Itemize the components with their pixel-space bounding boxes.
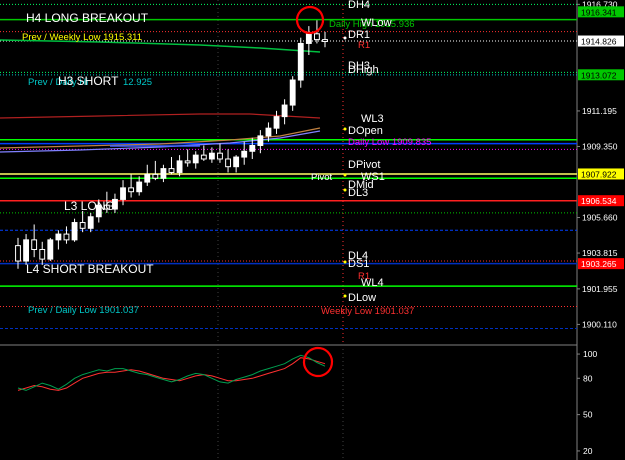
h3-short-value: 12.925 [123, 77, 152, 88]
marker-dot [343, 294, 347, 298]
candle-body [289, 79, 296, 106]
oscillator-tick-label: 80 [583, 373, 593, 383]
candle-body [15, 245, 21, 262]
price-tick-label: 1900.110 [582, 319, 617, 329]
dhigh-label: DHigh [348, 64, 379, 76]
wl4-label: WL4 [361, 277, 384, 289]
dpivot-label: DPivot [348, 159, 380, 171]
price-tag-label: 1903.265 [581, 259, 617, 269]
price-axis: 1916.7301911.1951909.3501905.6601903.815… [577, 0, 618, 329]
weekly-low-label: Weekly Low 1901.037 [321, 306, 414, 317]
candle-body [79, 222, 86, 229]
marker-dot [343, 188, 347, 192]
oscillator-panel [17, 354, 326, 391]
candle-body [273, 116, 280, 129]
oscillator-line [17, 354, 326, 391]
candle-body [265, 127, 272, 137]
h4-breakout-label: H4 LONG BREAKOUT [26, 11, 149, 25]
price-tag-label: 1906.534 [581, 196, 617, 206]
ma-red [0, 113, 321, 119]
price-tag-label: 1913.072 [581, 70, 617, 80]
h3-short-label: H3 SHORT [58, 74, 119, 88]
price-tick-label: 1903.815 [582, 248, 618, 258]
candle-body [71, 222, 78, 241]
candle-body [208, 152, 215, 160]
candle-body [192, 154, 199, 164]
ds1-label: DS1 [348, 258, 369, 270]
candle-body [233, 156, 240, 168]
price-tick-label: 1901.955 [582, 284, 618, 294]
price-tag-label: 1907.922 [581, 169, 617, 179]
level-lines [0, 3, 577, 329]
candle-body [305, 33, 312, 44]
candle-body [241, 150, 248, 158]
dh4-label: DH4 [348, 0, 370, 11]
candle-body [136, 181, 143, 193]
marker-dot [343, 127, 347, 131]
marker-dot [343, 173, 347, 177]
dopen-label: DOpen [348, 125, 383, 137]
wl3-label: WL3 [361, 113, 384, 125]
candle-body [313, 33, 320, 41]
price-tick-label: 1905.660 [582, 213, 618, 223]
candle-body [39, 248, 46, 260]
prev-daily-low-label: Prev / Daily Low 1901.037 [28, 305, 139, 316]
candle-body [200, 154, 207, 160]
candle-body [281, 104, 288, 118]
price-tick-label: 1911.195 [582, 106, 617, 116]
oscillator-tick-label: 50 [583, 410, 593, 420]
wlow-label: WLow [361, 17, 392, 29]
candle-body [176, 160, 183, 173]
candle-body [120, 187, 126, 200]
price-tick-label: 1909.350 [582, 141, 618, 151]
candle-body [249, 145, 256, 152]
candle-body [168, 168, 175, 173]
price-tag-label: 1914.826 [581, 37, 617, 47]
marker-dot [343, 36, 347, 40]
daily-low-label: Daily Low 1909.835 [348, 137, 431, 148]
candle-body [257, 135, 264, 147]
candle-body [128, 187, 135, 193]
r1-top-label: R1 [358, 40, 370, 51]
candle-body [23, 239, 30, 262]
candle-body [55, 233, 62, 241]
candle-body [184, 160, 191, 164]
prev-weekly-low-label: Prev / Weekly Low 1915.311 [22, 32, 142, 43]
candle-body [63, 233, 70, 241]
candlesticks [15, 20, 328, 269]
dlow-label: DLow [348, 292, 376, 304]
moving-average-lines [0, 39, 321, 153]
l3-long-label: L3 LONG [64, 199, 115, 213]
candle-body [297, 42, 304, 81]
candle-body [144, 173, 151, 183]
candle-body [160, 168, 167, 179]
candle-body [31, 239, 38, 250]
price-tags: 1916.341 1914.826 1913.072 1907.922 1906.534… [578, 6, 624, 270]
marker-dot [343, 260, 347, 264]
ma-orange [0, 127, 321, 149]
oscillator-axis: 100 80 50 20 [577, 349, 597, 456]
pivot-label: Pivot [311, 172, 332, 183]
ma-lavender [0, 130, 321, 153]
candle-body [152, 173, 159, 179]
candle-body [225, 158, 231, 168]
oscillator-tick-label: 100 [583, 349, 597, 359]
candle-body [47, 239, 54, 260]
candle-body [217, 152, 223, 160]
oscillator-tick-label: 20 [583, 446, 593, 456]
chart-canvas: 1916.7301911.1951909.3501905.6601903.815… [0, 0, 624, 460]
dl3-label: DL3 [348, 187, 368, 199]
candle-body [322, 39, 328, 43]
candle-body [87, 216, 94, 229]
l4-short-breakout-label: L4 SHORT BREAKOUT [26, 262, 154, 276]
price-tag-label: 1916.341 [581, 7, 617, 17]
